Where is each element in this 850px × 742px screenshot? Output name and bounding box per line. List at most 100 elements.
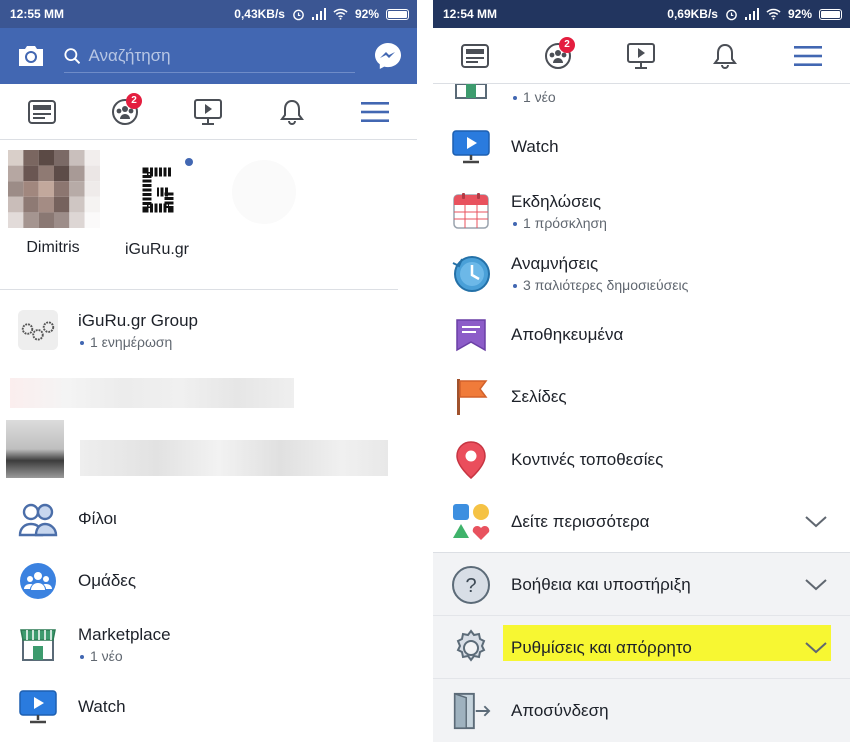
divider: [433, 552, 850, 553]
help-question-icon: ?: [451, 565, 491, 605]
menu-item-saved[interactable]: Αποθηκευμένα: [433, 312, 850, 358]
watch-icon: [18, 687, 58, 727]
news-feed-icon: [460, 43, 489, 68]
menu-item-see-more[interactable]: Δείτε περισσότερα: [433, 499, 850, 545]
menu-label: iGuRu.gr Group: [78, 310, 198, 330]
menu-label: Αποσύνδεση: [511, 701, 609, 720]
tab-menu[interactable]: [782, 34, 834, 78]
menu-label: Ομάδες: [78, 571, 137, 590]
search-input[interactable]: [88, 45, 355, 66]
alarm-icon: [293, 9, 304, 20]
shapes-icon: [451, 502, 491, 542]
menu-item-iguru-group[interactable]: iGuRu.gr Group 1 ενημέρωση: [0, 305, 417, 355]
saved-icon: [451, 315, 491, 355]
menu-item-friends[interactable]: Φίλοι: [0, 496, 417, 542]
watch-tab-icon: [194, 98, 223, 125]
menu-item-memories[interactable]: Αναμνήσεις 3 παλιότερες δημοσιεύσεις: [433, 247, 850, 299]
chevron-down-icon[interactable]: [802, 579, 830, 591]
signal-icon: [744, 8, 759, 20]
shortcut-dimitris[interactable]: Dimitris: [8, 150, 100, 257]
divider: [433, 615, 850, 616]
status-bar: 12:55 MM 0,43KB/s 92%: [0, 0, 417, 28]
hamburger-menu-icon: [361, 101, 390, 122]
nav-tabs: 2: [433, 28, 850, 84]
hamburger-menu-icon: [794, 45, 823, 66]
watch-tab-icon: [627, 42, 656, 69]
menu-item-watch[interactable]: Watch: [0, 684, 417, 730]
unread-dot: [513, 283, 517, 288]
search-field[interactable]: [64, 39, 355, 73]
right-screen: 12:54 MM 0,69KB/s 92% 2 1 νέο Watch Εκδη…: [433, 0, 850, 742]
tab-groups[interactable]: 2: [532, 34, 584, 78]
watch-icon: [451, 127, 491, 167]
shortcut-iguru[interactable]: iGuRu.gr: [112, 150, 202, 259]
tab-news-feed[interactable]: [449, 34, 501, 78]
tab-watch[interactable]: [182, 90, 234, 134]
menu-label: Αναμνήσεις: [511, 253, 599, 273]
news-feed-icon: [27, 99, 56, 124]
divider: [0, 289, 398, 290]
wifi-icon: [333, 8, 348, 20]
location-pin-icon: [451, 440, 491, 480]
status-battery-text: 92%: [354, 7, 379, 21]
menu-item-settings-privacy[interactable]: Ρυθμίσεις και απόρρητο: [433, 625, 850, 671]
marketplace-icon: [451, 84, 491, 110]
search-icon: [64, 47, 81, 64]
status-bar: 12:54 MM 0,69KB/s 92%: [433, 0, 850, 28]
groups-badge: 2: [559, 36, 576, 53]
bell-icon: [279, 99, 304, 125]
menu-item-logout[interactable]: Αποσύνδεση: [433, 688, 850, 734]
menu-label: Κοντινές τοποθεσίες: [511, 450, 664, 469]
chevron-down-icon[interactable]: [802, 642, 830, 654]
nav-tabs: 2: [0, 84, 417, 140]
tab-menu[interactable]: [349, 90, 401, 134]
chevron-down-icon[interactable]: [802, 516, 830, 528]
menu-subtext: 1 νέο: [511, 89, 850, 105]
screen-divider: [417, 0, 433, 742]
menu-label: Αποθηκευμένα: [511, 325, 624, 344]
menu-item-help[interactable]: ? Βοήθεια και υποστήριξη: [433, 562, 850, 608]
battery-icon: [819, 8, 842, 20]
status-speed: 0,69KB/s: [667, 7, 718, 21]
calendar-icon: [451, 191, 491, 231]
menu-label: Δείτε περισσότερα: [511, 512, 650, 531]
unread-dot: [80, 654, 84, 659]
status-battery-text: 92%: [787, 7, 812, 21]
group-cover-icon: [18, 310, 58, 350]
messenger-icon[interactable]: [373, 41, 403, 71]
unread-dot: [513, 96, 517, 101]
tab-watch[interactable]: [615, 34, 667, 78]
tab-notifications[interactable]: [699, 34, 751, 78]
shortcut-name: Dimitris: [26, 239, 80, 256]
svg-text:?: ?: [465, 575, 476, 597]
menu-subtext: 1 ενημέρωση: [78, 334, 417, 350]
groups-icon: [18, 561, 58, 601]
blurred-avatar: [6, 420, 64, 478]
signal-icon: [311, 8, 326, 20]
status-time: 12:55 MM: [10, 7, 65, 21]
menu-item-marketplace[interactable]: Marketplace 1 νέο: [0, 618, 417, 670]
status-time: 12:54 MM: [443, 7, 498, 21]
menu-item-groups[interactable]: Ομάδες: [0, 558, 417, 604]
menu-item-nearby-places[interactable]: Κοντινές τοποθεσίες: [433, 437, 850, 483]
blurred-content: [80, 440, 388, 476]
menu-item-events[interactable]: Εκδηλώσεις 1 πρόσκληση: [433, 185, 850, 237]
menu-label: Watch: [78, 697, 126, 716]
camera-icon[interactable]: [16, 43, 46, 69]
menu-label: Marketplace: [78, 624, 171, 644]
tab-groups[interactable]: 2: [99, 90, 151, 134]
marketplace-icon: [18, 624, 58, 664]
menu-item-pages[interactable]: Σελίδες: [433, 374, 850, 420]
menu-item-watch[interactable]: Watch: [433, 124, 850, 170]
iguru-logo: [117, 150, 197, 230]
friends-icon: [18, 499, 58, 539]
menu-label: Εκδηλώσεις: [511, 191, 602, 211]
menu-label: Ρυθμίσεις και απόρρητο: [511, 638, 692, 657]
avatar-pixelated: [8, 150, 100, 228]
blurred-content: [10, 378, 294, 408]
menu-label: Βοήθεια και υποστήριξη: [511, 575, 691, 594]
tab-notifications[interactable]: [266, 90, 318, 134]
tab-news-feed[interactable]: [16, 90, 68, 134]
menu-item-marketplace-partial[interactable]: 1 νέο: [433, 84, 850, 110]
wifi-icon: [766, 8, 781, 20]
